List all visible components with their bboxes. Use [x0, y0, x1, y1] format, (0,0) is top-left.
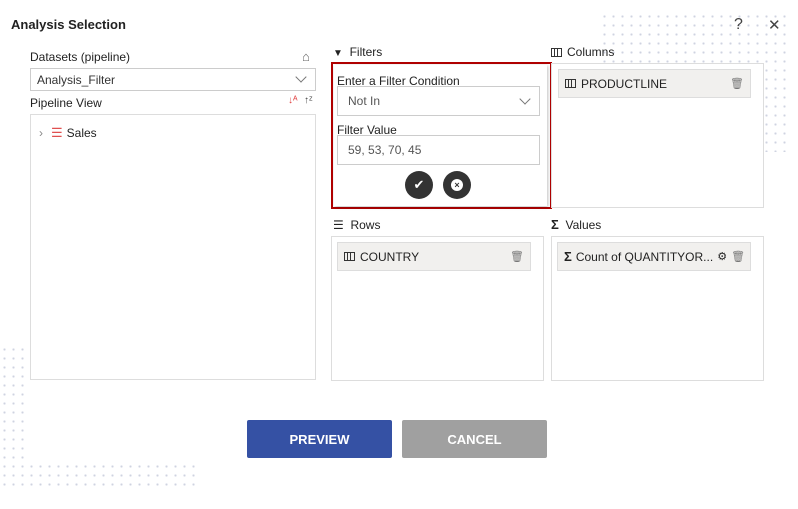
values-label: Σ Values	[551, 217, 602, 232]
close-icon[interactable]: ✕	[768, 16, 781, 34]
pipeline-label: Pipeline View	[30, 96, 102, 110]
condition-select[interactable]: Not In	[337, 86, 540, 116]
columns-icon	[551, 47, 562, 57]
tree-node-label: Sales	[66, 126, 97, 140]
datasets-label: Datasets (pipeline)	[30, 50, 131, 64]
confirm-button[interactable]: ✔	[405, 171, 433, 199]
sigma-icon: Σ	[564, 249, 572, 264]
gear-icon[interactable]: ⚙	[717, 250, 727, 263]
filters-label: ▼ Filters	[333, 45, 383, 59]
preview-button[interactable]: PREVIEW	[247, 420, 392, 458]
value-item[interactable]: Σ Count of QUANTITYOR... ⚙ 🗑	[557, 242, 751, 271]
filter-popup: Enter a Filter Condition Not In Filter V…	[334, 65, 547, 206]
rows-icon: ☰	[333, 218, 344, 232]
pipeline-tree: › ☰ Sales	[30, 114, 316, 380]
check-icon: ✔	[413, 177, 425, 192]
home-icon[interactable]: ⌂	[302, 49, 310, 64]
filter-panel: Enter a Filter Condition Not In Filter V…	[331, 62, 552, 209]
filter-icon: ▼	[333, 48, 343, 59]
cancel-button[interactable]: CANCEL	[402, 420, 547, 458]
trash-icon[interactable]: 🗑	[510, 250, 524, 263]
sort-asc-icon[interactable]: ↓ᴬ	[288, 95, 298, 106]
cancel-filter-button[interactable]: ×	[443, 171, 471, 199]
chevron-right-icon[interactable]: ›	[39, 126, 43, 140]
condition-value: Not In	[348, 94, 381, 108]
chevron-down-icon	[295, 71, 307, 83]
row-item[interactable]: COUNTRY 🗑	[337, 242, 531, 271]
columns-icon	[565, 79, 576, 88]
help-icon[interactable]: ?	[734, 16, 743, 34]
sort-desc-icon[interactable]: ↑ᶻ	[304, 95, 313, 106]
columns-icon	[344, 252, 355, 261]
dialog-title: Analysis Selection	[11, 17, 126, 32]
tree-node-sales[interactable]: › ☰ Sales	[39, 125, 97, 141]
chevron-down-icon	[519, 92, 531, 105]
rows-label: ☰ Rows	[333, 218, 381, 232]
trash-icon[interactable]: 🗑	[731, 250, 745, 263]
trash-icon[interactable]: 🗑	[730, 77, 744, 90]
dataset-select[interactable]: Analysis_Filter	[30, 68, 316, 91]
dataset-value: Analysis_Filter	[37, 72, 116, 87]
sigma-icon: Σ	[551, 217, 559, 232]
table-icon: ☰	[51, 125, 63, 140]
filter-value-input[interactable]: 59, 53, 70, 45	[337, 135, 540, 165]
columns-label: Columns	[551, 45, 614, 59]
close-circle-icon: ×	[451, 179, 463, 191]
column-item[interactable]: PRODUCTLINE 🗑	[558, 69, 751, 98]
